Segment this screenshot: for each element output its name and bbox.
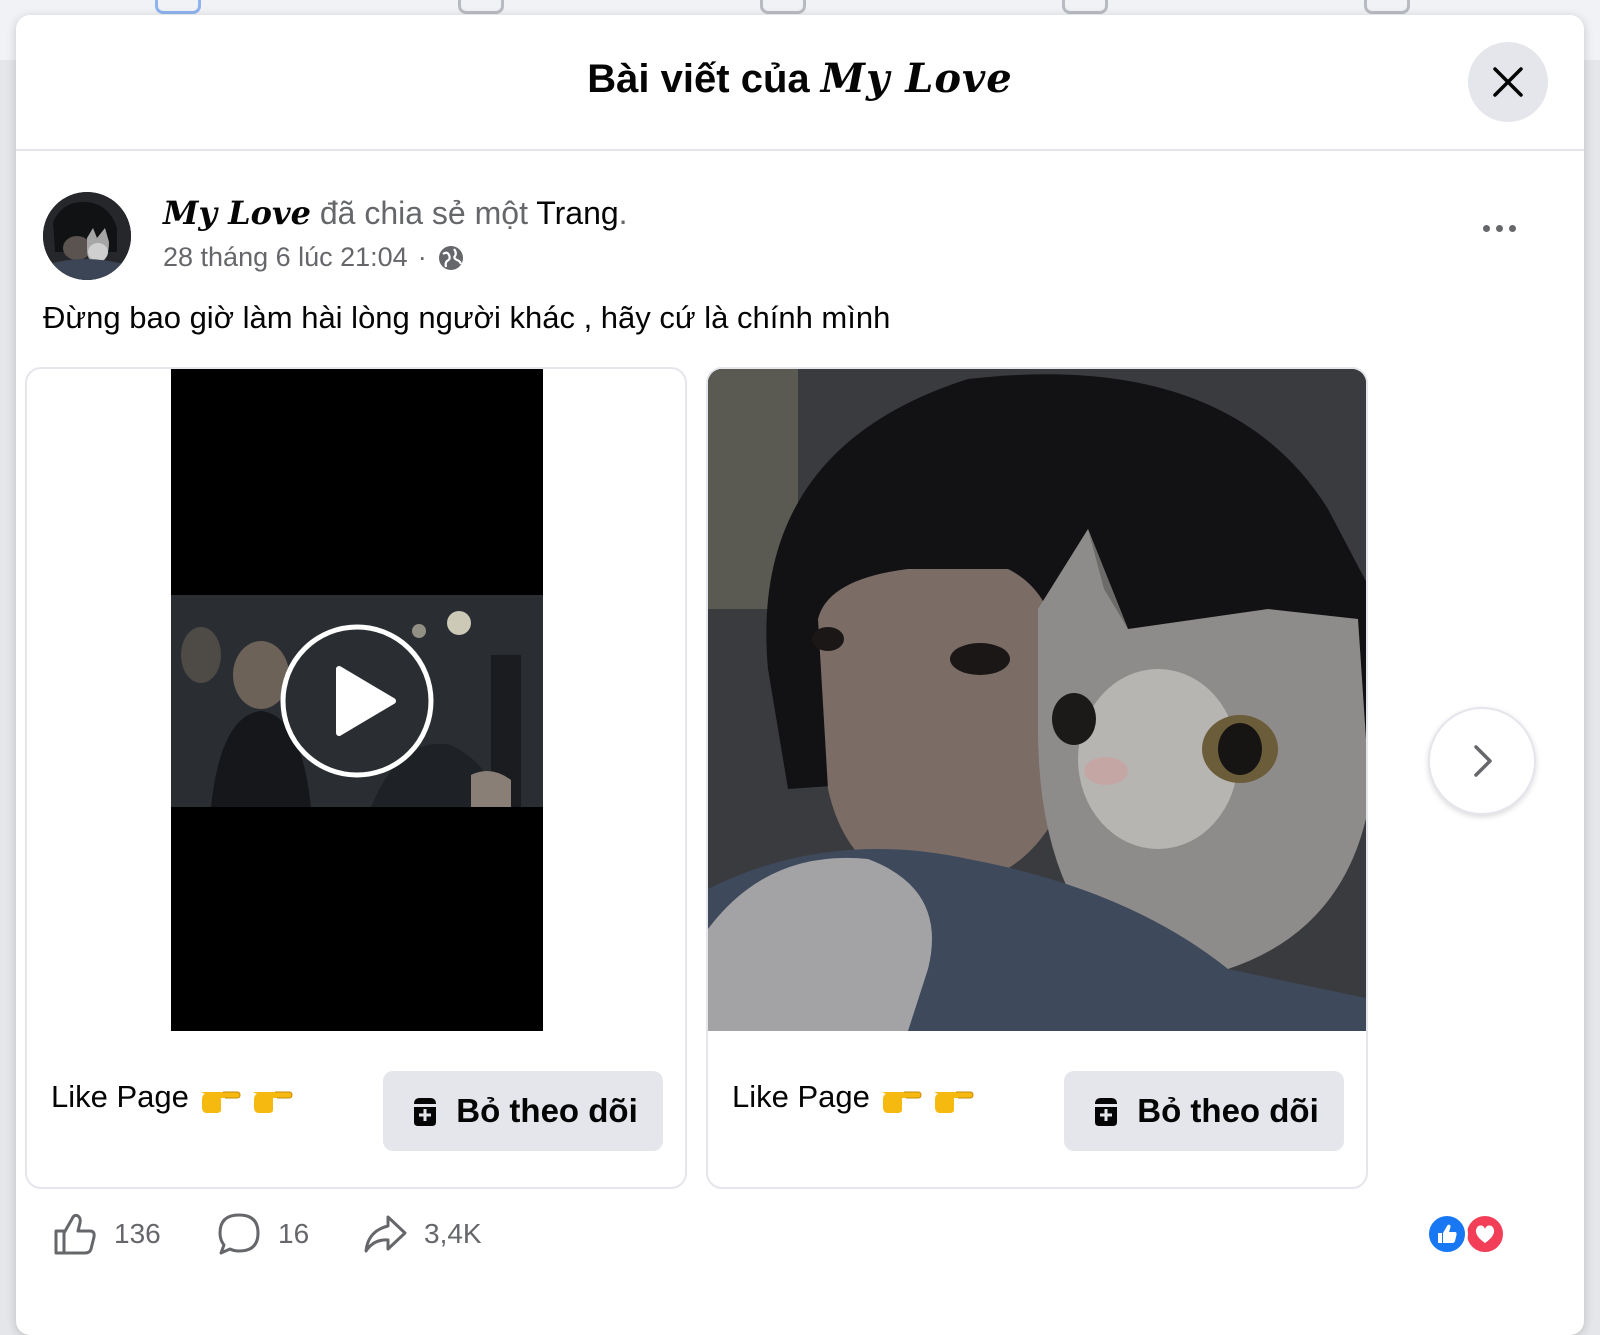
gaming-icon	[1364, 0, 1410, 14]
more-options-button[interactable]	[1469, 208, 1529, 248]
close-icon	[1493, 67, 1523, 97]
marketplace-icon	[760, 0, 806, 14]
avatar[interactable]	[43, 192, 131, 280]
reaction-summary[interactable]	[1426, 1213, 1516, 1257]
card-caption-text: Like Page	[732, 1079, 870, 1114]
play-icon	[280, 624, 434, 778]
video-icon	[458, 0, 504, 14]
post-text: Đừng bao giờ làm hài lòng người khác , h…	[43, 300, 891, 335]
card-footer: Like Page Bỏ theo dõi	[27, 1031, 685, 1187]
modal-title-name: My Love	[820, 55, 1013, 102]
like-action[interactable]: 136	[52, 1199, 161, 1269]
like-reaction-icon	[1426, 1213, 1468, 1255]
pointing-hand-emoji-icon	[933, 1091, 974, 1113]
unfollow-icon	[1095, 1098, 1118, 1126]
share-icon	[364, 1215, 407, 1253]
shared-page-card[interactable]: Like Page Bỏ theo dõi	[25, 367, 687, 1189]
post-meta: 28 tháng 6 lúc 21:04 ·	[163, 242, 465, 273]
close-button[interactable]	[1468, 42, 1548, 122]
post-headline: My Love đã chia sẻ một Trang.	[163, 194, 628, 232]
post-header: My Love đã chia sẻ một Trang. 28 tháng 6…	[43, 180, 1543, 280]
video-thumbnail	[171, 595, 543, 807]
share-count: 3,4K	[424, 1218, 482, 1249]
like-icon	[54, 1213, 96, 1255]
modal-header: Bài viết của My Love	[16, 15, 1584, 151]
home-icon	[155, 0, 201, 14]
comment-count: 16	[278, 1218, 310, 1249]
more-dot-icon	[1508, 224, 1516, 232]
card-caption: Like Page	[732, 1079, 974, 1115]
like-count: 136	[114, 1218, 161, 1249]
globe-icon[interactable]	[437, 244, 465, 272]
post-modal: Bài viết của My Love My Love đã chia sẻ …	[16, 15, 1584, 1335]
modal-title-prefix: Bài viết của	[587, 57, 810, 101]
comment-icon	[218, 1213, 260, 1255]
card-caption: Like Page	[51, 1079, 293, 1115]
unfollow-button[interactable]: Bỏ theo dõi	[383, 1071, 663, 1151]
card-photo[interactable]	[708, 369, 1366, 1031]
post-author[interactable]: My Love	[163, 194, 311, 232]
more-dot-icon	[1495, 224, 1503, 232]
groups-icon	[1062, 0, 1108, 14]
carousel-next-button[interactable]	[1428, 707, 1536, 815]
card-footer: Like Page Bỏ theo dõi	[708, 1031, 1366, 1187]
video-player[interactable]	[171, 369, 543, 1031]
post-date[interactable]: 28 tháng 6 lúc 21:04	[163, 242, 408, 273]
headline-period: .	[618, 195, 628, 231]
shared-object-link[interactable]: Trang	[536, 195, 618, 231]
modal-title: Bài viết của My Love	[16, 55, 1584, 102]
more-dot-icon	[1482, 224, 1490, 232]
card-caption-text: Like Page	[51, 1079, 189, 1114]
meta-separator: ·	[417, 242, 427, 272]
chevron-right-icon	[1474, 745, 1492, 777]
comment-action[interactable]: 16	[216, 1199, 309, 1269]
love-reaction-icon	[1464, 1213, 1506, 1255]
pointing-hand-emoji-icon	[252, 1091, 293, 1113]
unfollow-label: Bỏ theo dõi	[1137, 1092, 1319, 1129]
play-button[interactable]	[279, 623, 435, 779]
pointing-hand-emoji-icon	[200, 1091, 241, 1113]
post-actions: 136 16 3,4K	[46, 1199, 1546, 1269]
pointing-hand-emoji-icon	[881, 1091, 922, 1113]
shared-text: đã chia sẻ một	[319, 195, 528, 231]
unfollow-label: Bỏ theo dõi	[456, 1092, 638, 1129]
unfollow-icon	[414, 1098, 437, 1126]
shared-page-card[interactable]: Like Page Bỏ theo dõi	[706, 367, 1368, 1189]
unfollow-button[interactable]: Bỏ theo dõi	[1064, 1071, 1344, 1151]
share-action[interactable]: 3,4K	[362, 1199, 482, 1269]
